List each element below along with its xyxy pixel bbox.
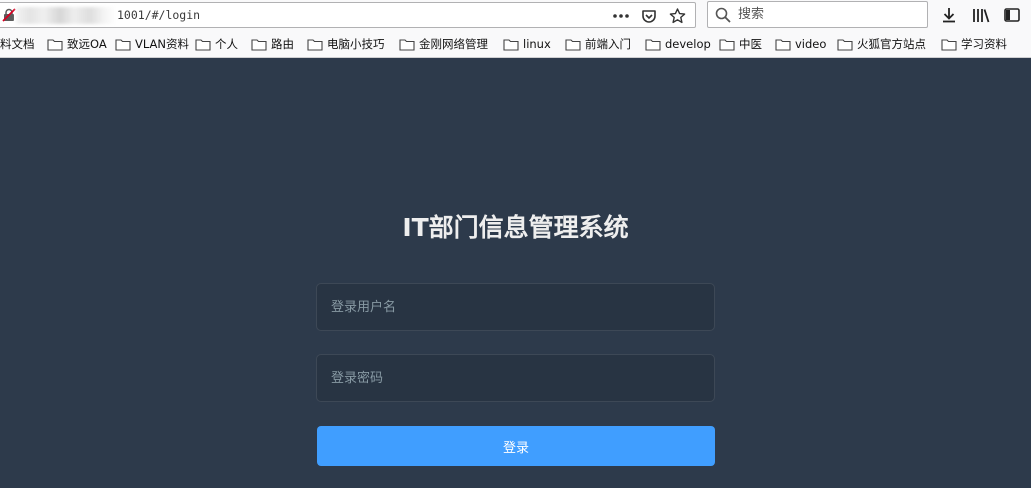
url-actions	[607, 5, 691, 27]
url-bar[interactable]: 1001/#/login	[0, 2, 696, 28]
bookmark-folder[interactable]: 前端入门	[565, 31, 631, 57]
folder-icon	[47, 38, 63, 51]
bookmark-label: 致远OA	[67, 37, 107, 51]
bookmark-folder[interactable]: 致远OA	[47, 31, 107, 57]
bookmark-folder[interactable]: 路由	[251, 31, 294, 57]
login-button[interactable]: 登录	[317, 426, 715, 466]
pocket-icon[interactable]	[635, 5, 663, 27]
insecure-lock-icon[interactable]	[2, 8, 16, 22]
bookmark-star-icon[interactable]	[663, 5, 691, 27]
search-icon	[715, 7, 731, 26]
bookmark-folder[interactable]: 金刚网络管理	[399, 31, 488, 57]
sidebar-icon[interactable]	[999, 2, 1025, 28]
folder-icon	[307, 38, 323, 51]
page-actions-icon[interactable]	[607, 5, 635, 27]
bookmark-label: develop	[665, 37, 711, 51]
folder-icon	[195, 38, 211, 51]
bookmark-folder[interactable]: develop	[645, 31, 711, 57]
bookmark-label: VLAN资料	[135, 37, 190, 51]
bookmark-label: 金刚网络管理	[419, 37, 488, 51]
password-input[interactable]	[331, 355, 701, 401]
browser-toolbar: 1001/#/login	[0, 0, 1031, 31]
folder-icon	[837, 38, 853, 51]
bookmark-label: 路由	[271, 37, 294, 51]
bookmark-label: 前端入门	[585, 37, 631, 51]
bookmark-folder[interactable]: VLAN资料	[115, 31, 189, 57]
url-text[interactable]: 1001/#/login	[117, 3, 200, 28]
url-redacted-host	[16, 7, 116, 24]
folder-icon	[503, 38, 519, 51]
bookmark-label: 中医	[739, 37, 762, 51]
bookmark-item[interactable]: 料文档	[0, 31, 35, 57]
folder-icon	[399, 38, 415, 51]
page-title: IT部门信息管理系统	[402, 213, 629, 242]
bookmark-label: 个人	[215, 37, 238, 51]
bookmarks-toolbar: 料文档 致远OA VLAN资料 个人 路由 电脑小技巧 金刚网络管理 linux…	[0, 31, 1031, 58]
search-input[interactable]	[738, 4, 923, 25]
bookmark-folder[interactable]: 个人	[195, 31, 238, 57]
bookmark-folder[interactable]: 电脑小技巧	[307, 31, 385, 57]
folder-icon	[941, 38, 957, 51]
folder-icon	[775, 38, 791, 51]
bookmark-folder[interactable]: 火狐官方站点	[837, 31, 926, 57]
bookmark-label: video	[795, 37, 827, 51]
folder-icon	[645, 38, 661, 51]
bookmark-folder[interactable]: video	[775, 31, 826, 57]
folder-icon	[115, 38, 131, 51]
username-input[interactable]	[331, 284, 701, 330]
folder-icon	[565, 38, 581, 51]
password-field[interactable]	[316, 354, 715, 402]
bookmark-label: 料文档	[0, 37, 35, 51]
folder-icon	[719, 38, 735, 51]
bookmark-label: linux	[523, 37, 551, 51]
bookmark-folder[interactable]: 中医	[719, 31, 762, 57]
bookmark-label: 学习资料	[961, 37, 1007, 51]
username-field[interactable]	[316, 283, 715, 331]
bookmark-label: 火狐官方站点	[857, 37, 926, 51]
library-icon[interactable]	[968, 2, 994, 28]
bookmark-folder[interactable]: linux	[503, 31, 551, 57]
folder-icon	[251, 38, 267, 51]
bookmark-label: 电脑小技巧	[327, 37, 385, 51]
download-icon[interactable]	[936, 2, 962, 28]
search-bar[interactable]	[707, 1, 928, 28]
bookmark-folder[interactable]: 学习资料	[941, 31, 1007, 57]
